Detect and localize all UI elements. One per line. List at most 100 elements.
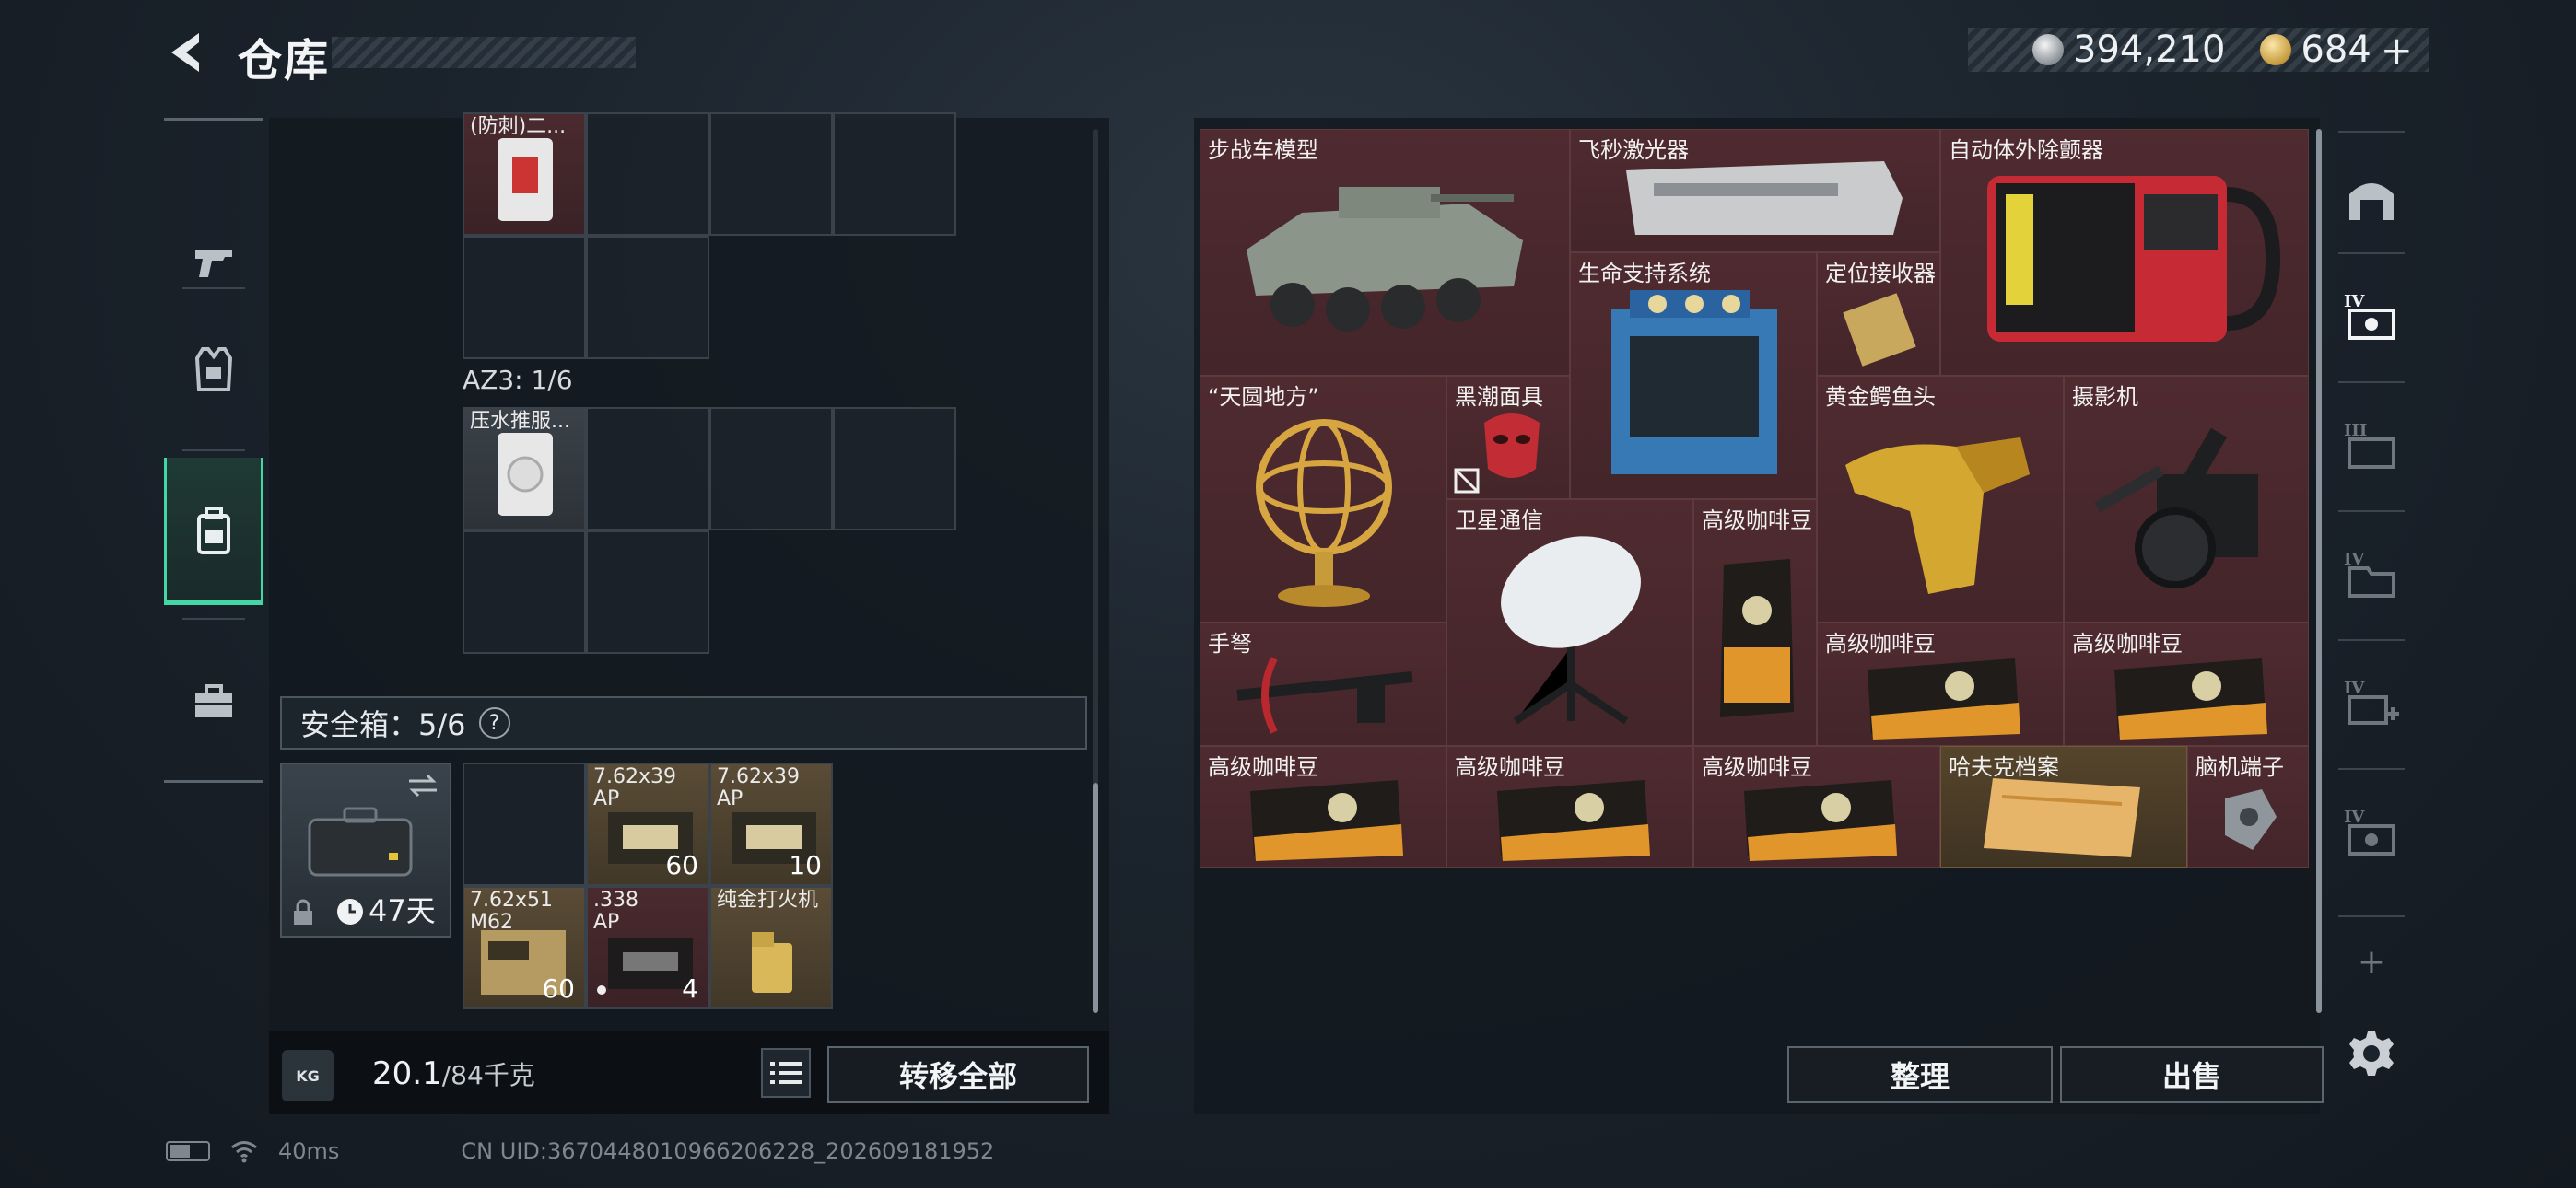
sell-button[interactable]: 出售 (2060, 1046, 2324, 1103)
armored-vehicle-icon (1247, 187, 1523, 332)
tab-iv-1[interactable]: IV (2335, 267, 2408, 368)
coffee-bag-icon (1250, 780, 1403, 861)
grid-cell[interactable] (709, 407, 833, 530)
grid-cell[interactable] (586, 530, 709, 654)
swap-icon[interactable] (405, 772, 440, 799)
document-folder-icon (1984, 778, 2140, 857)
status-dot (597, 985, 606, 995)
svg-text:IV: IV (2344, 292, 2365, 311)
safe-item-lighter[interactable]: 纯金打火机 (709, 886, 833, 1009)
settings-button[interactable] (2340, 1022, 2403, 1085)
toolbox-icon (195, 684, 232, 717)
stash-item-armillary[interactable]: “天圆地方” (1200, 376, 1446, 623)
tab-iii[interactable]: III (2335, 396, 2408, 497)
receiver-chip-icon (1843, 293, 1916, 367)
stash-scrollbar[interactable] (2316, 129, 2322, 1013)
satellite-dish-icon (1501, 536, 1641, 725)
secure-case-icon (308, 807, 413, 877)
grid-cell[interactable] (833, 112, 956, 236)
stash-item-life-support[interactable]: 生命支持系统 (1570, 252, 1817, 499)
stash-item-coffee-2[interactable]: 高级咖啡豆 (1817, 623, 2064, 746)
grid-cell[interactable] (463, 530, 586, 654)
tab-iv-2[interactable]: IV (2335, 525, 2408, 626)
stash-item-brain-terminal[interactable]: 脑机端子 (2187, 746, 2309, 868)
grid-cell[interactable] (586, 407, 709, 530)
expiry-label: 47天 (369, 893, 436, 928)
svg-text:IV: IV (2344, 679, 2365, 698)
gold-lighter-icon (752, 932, 792, 993)
organize-button[interactable]: 整理 (1787, 1046, 2053, 1103)
safe-item-ammo-2[interactable]: 7.62x39 AP 10 (709, 763, 833, 886)
defibrillator-icon (1987, 176, 2281, 342)
tab-iv-3[interactable]: IV (2335, 654, 2408, 755)
red-mask-icon (1484, 413, 1540, 478)
no-repair-icon (1454, 468, 1480, 494)
stash-item-ifv-model[interactable]: 步战车模型 (1200, 129, 1570, 376)
list-view-button[interactable] (761, 1048, 811, 1098)
stash-item-satcom[interactable]: 卫星通信 (1446, 499, 1693, 746)
stash-item-aed[interactable]: 自动体外除颤器 (1940, 129, 2309, 376)
safe-item-ammo-1[interactable]: 7.62x39 AP 60 (586, 763, 709, 886)
az3-item-slot[interactable]: 压水推服... (463, 407, 586, 530)
stash-item-locator-receiver[interactable]: 定位接收器 (1817, 252, 1940, 376)
page-title: 仓库 (238, 35, 331, 87)
armillary-sphere-icon (1256, 419, 1392, 607)
weight-icon: KG (282, 1050, 334, 1101)
coffee-bag-icon (1744, 780, 1897, 861)
grid-cell[interactable] (463, 763, 586, 886)
stash-item-coffee-tall[interactable]: 高级咖啡豆 (1693, 499, 1817, 746)
coffee-bag-icon (1720, 559, 1794, 717)
currency-display: 394,210 684 + (1968, 28, 2429, 73)
svg-text:III: III (2344, 421, 2367, 440)
svg-text:IV: IV (2344, 550, 2365, 569)
stash-item-coffee-4[interactable]: 高级咖啡豆 (1200, 746, 1446, 868)
pistol-icon (195, 250, 232, 277)
add-tab-button[interactable]: + (2335, 934, 2408, 989)
tab-iv-4[interactable]: IV (2335, 783, 2408, 884)
gear-icon (2349, 1031, 2394, 1076)
safe-item-ammo-3[interactable]: 7.62x51 M62 60 (463, 886, 586, 1009)
safe-case[interactable]: 47天 (280, 763, 451, 938)
help-button[interactable]: ? (478, 707, 510, 739)
scrollbar-thumb[interactable] (1093, 783, 1098, 1013)
bandage-pack-icon (498, 433, 553, 516)
brain-terminal-icon (2225, 789, 2277, 850)
title-decoration (332, 37, 636, 68)
coffee-bag-icon (2114, 658, 2267, 740)
stash-item-coffee-6[interactable]: 高级咖啡豆 (1693, 746, 1940, 868)
stash-item-camera[interactable]: 摄影机 (2064, 376, 2309, 623)
weight-readout: 20.1/84千克 (372, 1055, 535, 1092)
shelter-icon (2349, 183, 2394, 220)
category-toolbox[interactable] (164, 627, 263, 775)
category-armor[interactable] (164, 296, 263, 443)
grid-cell[interactable] (586, 236, 709, 359)
container-item-slot[interactable]: (防刺)二... (463, 112, 586, 236)
storage-iv-icon-2: IV (2344, 808, 2395, 856)
grid-cell[interactable] (463, 236, 586, 359)
storage-iv-icon: IV (2344, 292, 2395, 340)
back-arrow-icon (171, 33, 199, 72)
stash-item-hand-crossbow[interactable]: 手弩 (1200, 623, 1446, 746)
uid-label: CN UID:3670448010966206228_202609181952 (461, 1138, 995, 1164)
stash-item-femto-laser[interactable]: 飞秒激光器 (1570, 129, 1940, 252)
grid-cell[interactable] (586, 112, 709, 236)
category-backpack[interactable] (164, 458, 263, 605)
stash-item-tide-mask[interactable]: 黑潮面具 (1446, 376, 1570, 499)
tab-shelter[interactable] (2335, 147, 2408, 249)
silver-coin-icon (2032, 34, 2064, 65)
stash-item-haavk-file[interactable]: 哈夫克档案 (1940, 746, 2187, 868)
grid-cell[interactable] (709, 112, 833, 236)
add-currency-button[interactable]: + (2381, 28, 2413, 73)
crossbow-icon (1236, 657, 1413, 734)
stash-item-coffee-5[interactable]: 高级咖啡豆 (1446, 746, 1693, 868)
back-button[interactable] (162, 28, 212, 77)
transfer-all-button[interactable]: 转移全部 (827, 1046, 1089, 1103)
stash-item-coffee-3[interactable]: 高级咖啡豆 (2064, 623, 2309, 746)
gold-amount: 684 (2301, 29, 2371, 71)
current-weight: 20.1 (372, 1055, 442, 1092)
grid-cell[interactable] (833, 407, 956, 530)
life-support-icon (1611, 290, 1777, 474)
vest-icon (194, 347, 233, 391)
stash-item-golden-croc[interactable]: 黄金鳄鱼头 (1817, 376, 2064, 623)
safe-item-ammo-4[interactable]: .338 AP 4 (586, 886, 709, 1009)
